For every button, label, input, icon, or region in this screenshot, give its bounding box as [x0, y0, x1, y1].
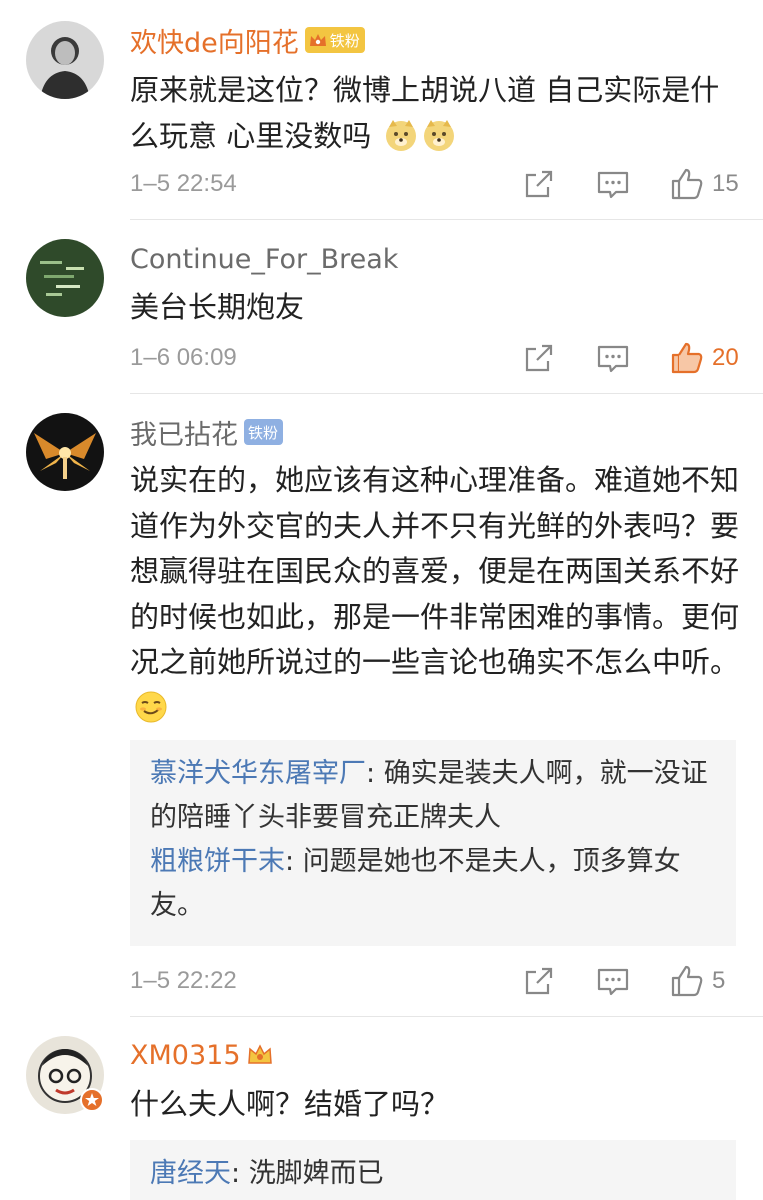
- avatar-image: [26, 239, 104, 317]
- like-button[interactable]: 5: [670, 964, 742, 998]
- fan-badge: 铁粉: [304, 27, 365, 53]
- doge-emoji-icon: [424, 120, 455, 151]
- crown-icon: [247, 1044, 272, 1064]
- reply-text: 洗脚婢而已: [248, 1158, 384, 1189]
- user-name[interactable]: Continue_For_Break: [130, 244, 398, 275]
- comment-time: 1–5 22:54: [130, 170, 237, 197]
- avatar[interactable]: [26, 413, 104, 491]
- avatar[interactable]: [26, 21, 104, 99]
- divider: [130, 219, 763, 220]
- share-icon[interactable]: [522, 964, 556, 998]
- reply-user-name[interactable]: 慕洋犬华东屠宰厂: [150, 758, 366, 789]
- crown-icon: [309, 34, 326, 46]
- like-button[interactable]: 20: [670, 341, 742, 375]
- like-count: 5: [712, 967, 726, 994]
- reply-user-name[interactable]: 粗粮饼干末: [150, 846, 285, 877]
- reply-box[interactable]: 唐经天: 洗脚婢而已: [130, 1140, 736, 1200]
- avatar-image: [26, 413, 104, 491]
- comment-text: 说实在的，她应该有这种心理准备。难道她不知道作为外交官的夫人并不只有光鲜的外表吗…: [130, 458, 740, 731]
- comment-text: 美台长期炮友: [130, 284, 740, 330]
- divider: [130, 1016, 763, 1017]
- comment-icon[interactable]: [596, 167, 630, 201]
- comment-time: 1–6 06:09: [130, 344, 237, 371]
- thumbs-up-filled-icon: [671, 342, 703, 374]
- comment-text: 什么夫人啊？结婚了吗？: [130, 1081, 740, 1127]
- thumbs-up-icon: [671, 168, 703, 200]
- like-count: 20: [712, 344, 739, 371]
- smirk-emoji-icon: [135, 691, 167, 722]
- doge-emoji-icon: [386, 120, 417, 151]
- comment-icon[interactable]: [596, 341, 630, 375]
- reply-box[interactable]: 慕洋犬华东屠宰厂: 确实是装夫人啊，就一没证的陪睡丫头非要冒充正牌夫人 粗粮饼干…: [130, 740, 736, 946]
- verified-badge-icon: [80, 1088, 104, 1112]
- comment-text: 原来就是这位？微博上胡说八道 自己实际是什么玩意 心里没数吗: [130, 67, 740, 159]
- reply-item: 慕洋犬华东屠宰厂: 确实是装夫人啊，就一没证的陪睡丫头非要冒充正牌夫人: [150, 758, 708, 833]
- thumbs-up-icon: [671, 965, 703, 997]
- badge-label: 铁粉: [329, 31, 360, 50]
- reply-item: 粗粮饼干末: 问题是她也不是夫人，顶多算女友。: [150, 846, 681, 921]
- fan-badge: 铁粉: [244, 419, 284, 445]
- like-count: 15: [712, 170, 739, 197]
- badge-label: 铁粉: [248, 423, 279, 442]
- avatar[interactable]: [26, 239, 104, 317]
- user-name[interactable]: 我已拈花: [130, 413, 238, 452]
- user-name[interactable]: XM0315: [130, 1040, 241, 1071]
- user-name[interactable]: 欢快de向阳花: [130, 21, 299, 60]
- like-button[interactable]: 15: [670, 167, 742, 201]
- comment-body: 什么夫人啊？结婚了吗？: [130, 1087, 450, 1121]
- comment-time: 1–5 22:22: [130, 967, 237, 994]
- share-icon[interactable]: [522, 167, 556, 201]
- reply-item: 唐经天: 洗脚婢而已: [150, 1158, 384, 1189]
- share-icon[interactable]: [522, 341, 556, 375]
- comment-body: 美台长期炮友: [130, 290, 305, 324]
- avatar-image: [26, 21, 104, 99]
- reply-user-name[interactable]: 唐经天: [150, 1158, 231, 1189]
- comment-icon[interactable]: [596, 964, 630, 998]
- divider: [130, 393, 763, 394]
- comment-body: 说实在的，她应该有这种心理准备。难道她不知道作为外交官的夫人并不只有光鲜的外表吗…: [130, 463, 740, 679]
